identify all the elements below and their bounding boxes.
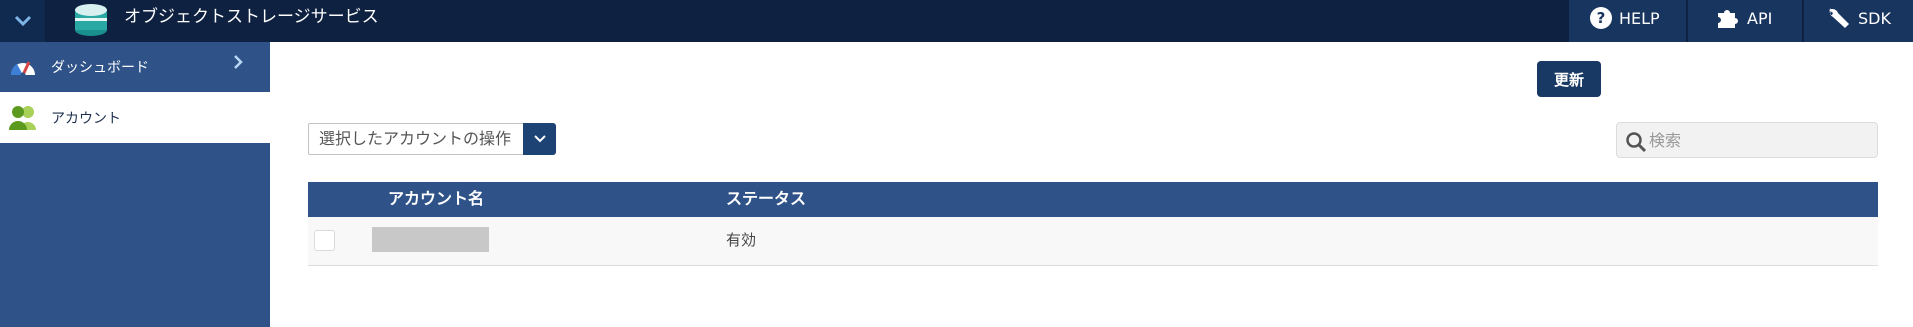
sidebar-item-label: ダッシュボード (51, 59, 149, 76)
api-button[interactable]: API (1686, 0, 1802, 42)
column-header-account-name[interactable]: アカウント名 (388, 182, 484, 215)
search-icon (1626, 132, 1647, 153)
api-label: API (1747, 8, 1773, 28)
search-input[interactable] (1649, 127, 1869, 153)
chevron-down-icon (533, 135, 546, 143)
top-bar: オブジェクトストレージサービス ? HELP API SDK (0, 0, 1913, 42)
search-box (1616, 122, 1878, 158)
action-select-label: 選択したアカウントの操作 (308, 123, 523, 155)
wrench-icon (1829, 8, 1849, 28)
row-checkbox[interactable] (314, 230, 335, 251)
app-title: オブジェクトストレージサービス (124, 7, 379, 27)
sidebar: ダッシュボード アカウント (0, 42, 270, 327)
help-circle-icon: ? (1590, 7, 1612, 29)
help-label: HELP (1619, 8, 1660, 28)
account-action-select[interactable]: 選択したアカウントの操作 (308, 123, 523, 155)
sdk-label: SDK (1858, 8, 1891, 28)
accounts-table: アカウント名 ステータス 有効 (308, 182, 1878, 266)
chevron-right-icon (234, 55, 243, 69)
help-button[interactable]: ? HELP (1567, 0, 1686, 42)
sdk-button[interactable]: SDK (1802, 0, 1913, 42)
gauge-icon (10, 60, 35, 77)
database-icon (75, 4, 107, 36)
users-icon (9, 105, 36, 130)
sidebar-item-account[interactable]: アカウント (0, 92, 270, 143)
top-nav: ? HELP API SDK (1567, 0, 1913, 42)
action-select-toggle[interactable] (523, 123, 556, 155)
row-status: 有効 (726, 231, 757, 249)
sidebar-item-label: アカウント (51, 110, 121, 127)
svg-text:?: ? (1597, 9, 1606, 27)
puzzle-icon (1718, 10, 1738, 28)
chevron-down-icon (14, 15, 31, 27)
refresh-button[interactable]: 更新 (1537, 61, 1601, 97)
column-header-status[interactable]: ステータス (726, 182, 806, 215)
sidebar-item-dashboard[interactable]: ダッシュボード (0, 42, 270, 91)
table-header: アカウント名 ステータス (308, 182, 1878, 217)
account-name-redacted (372, 227, 489, 252)
table-row[interactable]: 有効 (308, 217, 1878, 266)
menu-toggle-button[interactable] (0, 0, 45, 42)
